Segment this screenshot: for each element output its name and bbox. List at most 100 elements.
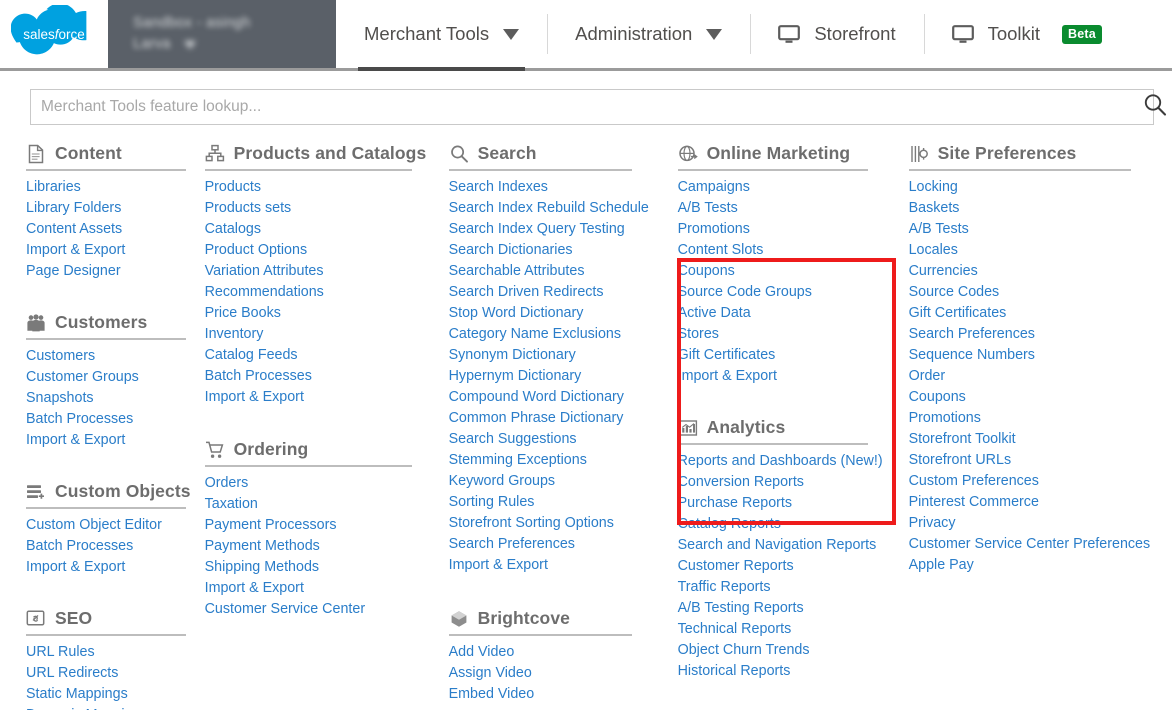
link-import-export[interactable]: Import & Export (205, 578, 435, 599)
link-active-data[interactable]: Active Data (678, 303, 885, 324)
link-embed-video[interactable]: Embed Video (449, 684, 653, 705)
link-import-export[interactable]: Import & Export (26, 430, 191, 451)
link-customer-service-center[interactable]: Customer Service Center (205, 599, 435, 620)
link-historical-reports[interactable]: Historical Reports (678, 661, 885, 682)
link-category-name-exclusions[interactable]: Category Name Exclusions (449, 324, 653, 345)
link-catalog-feeds[interactable]: Catalog Feeds (205, 345, 435, 366)
sandbox-selector[interactable]: Sandbox - asingh Larva (108, 0, 336, 68)
link-sorting-rules[interactable]: Sorting Rules (449, 492, 653, 513)
link-static-mappings[interactable]: Static Mappings (26, 684, 191, 705)
link-locales[interactable]: Locales (909, 240, 1158, 261)
link-customer-service-center-preferences[interactable]: Customer Service Center Preferences (909, 534, 1158, 555)
nav-item-storefront[interactable]: Storefront (750, 0, 923, 68)
nav-item-toolkit[interactable]: Toolkit Beta (923, 0, 1130, 68)
link-dynamic-mappings[interactable]: Dynamic Mappings (26, 705, 191, 710)
link-hypernym-dictionary[interactable]: Hypernym Dictionary (449, 366, 653, 387)
link-url-redirects[interactable]: URL Redirects (26, 663, 191, 684)
link-import-export[interactable]: Import & Export (26, 557, 191, 578)
link-search-driven-redirects[interactable]: Search Driven Redirects (449, 282, 653, 303)
link-customer-reports[interactable]: Customer Reports (678, 556, 885, 577)
link-import-export[interactable]: Import & Export (678, 366, 885, 387)
link-product-options[interactable]: Product Options (205, 240, 435, 261)
link-search-preferences[interactable]: Search Preferences (449, 534, 653, 555)
link-content-slots[interactable]: Content Slots (678, 240, 885, 261)
link-promotions[interactable]: Promotions (678, 219, 885, 240)
link-import-export[interactable]: Import & Export (449, 555, 653, 576)
link-search-indexes[interactable]: Search Indexes (449, 177, 653, 198)
salesforce-logo[interactable]: salesforce (0, 0, 108, 68)
link-baskets[interactable]: Baskets (909, 198, 1158, 219)
link-coupons[interactable]: Coupons (678, 261, 885, 282)
link-payment-methods[interactable]: Payment Methods (205, 536, 435, 557)
link-price-books[interactable]: Price Books (205, 303, 435, 324)
link-add-video[interactable]: Add Video (449, 642, 653, 663)
link-snapshots[interactable]: Snapshots (26, 388, 191, 409)
link-customers[interactable]: Customers (26, 346, 191, 367)
link-libraries[interactable]: Libraries (26, 177, 191, 198)
link-shipping-methods[interactable]: Shipping Methods (205, 557, 435, 578)
link-traffic-reports[interactable]: Traffic Reports (678, 577, 885, 598)
search-input[interactable] (31, 90, 1153, 124)
link-apple-pay[interactable]: Apple Pay (909, 555, 1158, 576)
link-search-index-query-testing[interactable]: Search Index Query Testing (449, 219, 653, 240)
link-batch-processes[interactable]: Batch Processes (26, 536, 191, 557)
link-gift-certificates[interactable]: Gift Certificates (909, 303, 1158, 324)
link-storefront-sorting-options[interactable]: Storefront Sorting Options (449, 513, 653, 534)
link-source-codes[interactable]: Source Codes (909, 282, 1158, 303)
link-ab-tests[interactable]: A/B Tests (678, 198, 885, 219)
link-stop-word-dictionary[interactable]: Stop Word Dictionary (449, 303, 653, 324)
link-import-export[interactable]: Import & Export (26, 240, 191, 261)
link-locking[interactable]: Locking (909, 177, 1158, 198)
link-variation-attributes[interactable]: Variation Attributes (205, 261, 435, 282)
link-url-rules[interactable]: URL Rules (26, 642, 191, 663)
link-common-phrase-dictionary[interactable]: Common Phrase Dictionary (449, 408, 653, 429)
nav-item-merchant-tools[interactable]: Merchant Tools (336, 0, 547, 71)
link-content-assets[interactable]: Content Assets (26, 219, 191, 240)
link-search-dictionaries[interactable]: Search Dictionaries (449, 240, 653, 261)
link-batch-processes[interactable]: Batch Processes (205, 366, 435, 387)
link-catalogs[interactable]: Catalogs (205, 219, 435, 240)
link-campaigns[interactable]: Campaigns (678, 177, 885, 198)
link-batch-processes[interactable]: Batch Processes (26, 409, 191, 430)
link-search-suggestions[interactable]: Search Suggestions (449, 429, 653, 450)
link-searchable-attributes[interactable]: Searchable Attributes (449, 261, 653, 282)
link-order[interactable]: Order (909, 366, 1158, 387)
link-keyword-groups[interactable]: Keyword Groups (449, 471, 653, 492)
nav-item-administration[interactable]: Administration (547, 0, 750, 68)
link-customer-groups[interactable]: Customer Groups (26, 367, 191, 388)
link-catalog-reports[interactable]: Catalog Reports (678, 514, 885, 535)
link-currencies[interactable]: Currencies (909, 261, 1158, 282)
link-storefront-toolkit[interactable]: Storefront Toolkit (909, 429, 1158, 450)
link-promotions[interactable]: Promotions (909, 408, 1158, 429)
link-compound-word-dictionary[interactable]: Compound Word Dictionary (449, 387, 653, 408)
link-pinterest-commerce[interactable]: Pinterest Commerce (909, 492, 1158, 513)
link-orders[interactable]: Orders (205, 473, 435, 494)
link-gift-certificates[interactable]: Gift Certificates (678, 345, 885, 366)
link-privacy[interactable]: Privacy (909, 513, 1158, 534)
link-products-sets[interactable]: Products sets (205, 198, 435, 219)
link-page-designer[interactable]: Page Designer (26, 261, 191, 282)
feature-lookup-searchbox[interactable] (30, 89, 1167, 125)
link-inventory[interactable]: Inventory (205, 324, 435, 345)
link-stores[interactable]: Stores (678, 324, 885, 345)
link-products[interactable]: Products (205, 177, 435, 198)
link-reports-and-dashboards[interactable]: Reports and Dashboards (New!) (678, 451, 885, 472)
link-search-and-navigation-reports[interactable]: Search and Navigation Reports (678, 535, 885, 556)
link-custom-preferences[interactable]: Custom Preferences (909, 471, 1158, 492)
link-assign-video[interactable]: Assign Video (449, 663, 653, 684)
link-search-preferences[interactable]: Search Preferences (909, 324, 1158, 345)
link-taxation[interactable]: Taxation (205, 494, 435, 515)
link-purchase-reports[interactable]: Purchase Reports (678, 493, 885, 514)
link-coupons[interactable]: Coupons (909, 387, 1158, 408)
link-source-code-groups[interactable]: Source Code Groups (678, 282, 885, 303)
link-storefront-urls[interactable]: Storefront URLs (909, 450, 1158, 471)
link-ab-testing-reports[interactable]: A/B Testing Reports (678, 598, 885, 619)
link-ab-tests[interactable]: A/B Tests (909, 219, 1158, 240)
link-library-folders[interactable]: Library Folders (26, 198, 191, 219)
link-payment-processors[interactable]: Payment Processors (205, 515, 435, 536)
link-synonym-dictionary[interactable]: Synonym Dictionary (449, 345, 653, 366)
link-sequence-numbers[interactable]: Sequence Numbers (909, 345, 1158, 366)
link-custom-object-editor[interactable]: Custom Object Editor (26, 515, 191, 536)
search-icon[interactable] (1143, 93, 1167, 122)
link-import-export[interactable]: Import & Export (205, 387, 435, 408)
